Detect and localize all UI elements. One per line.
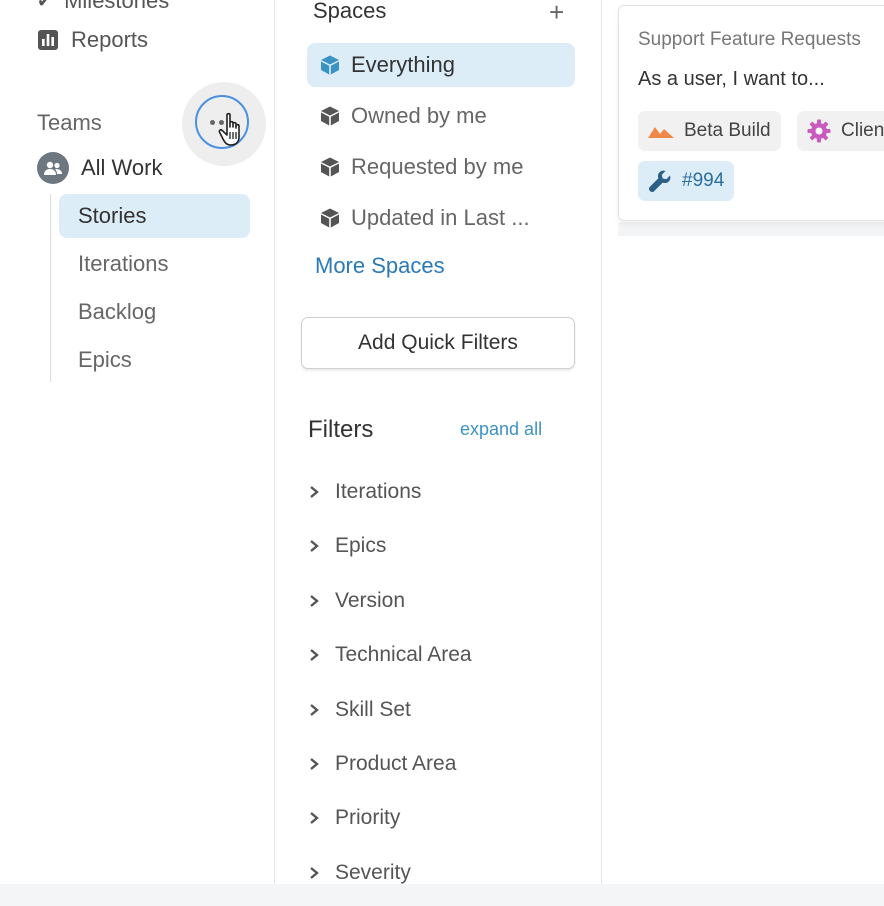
filter-label: Iterations [335, 480, 422, 503]
chevron-right-icon [307, 757, 321, 771]
people-icon [44, 161, 62, 175]
space-item-owned-by-me[interactable]: Owned by me [307, 94, 575, 138]
team-item-stories[interactable]: Stories [59, 194, 250, 238]
chevron-right-icon [307, 703, 321, 717]
cube-icon [321, 157, 339, 177]
mountain-icon [648, 127, 674, 138]
team-item-label: Backlog [78, 299, 157, 324]
external-ticket-chip[interactable]: #994 [638, 161, 735, 201]
team-item-iterations[interactable]: Iterations [59, 242, 250, 286]
filter-iterations[interactable]: Iterations [307, 480, 421, 504]
nav-item-milestones[interactable]: ✔ Milestones [37, 0, 169, 14]
chip-label: Beta Build [684, 120, 771, 141]
space-item-everything[interactable]: Everything [307, 43, 575, 87]
space-item-label: Owned by me [351, 103, 487, 128]
filter-label: Technical Area [335, 643, 472, 666]
horizontal-scroll-track[interactable] [0, 884, 884, 906]
cube-icon [321, 55, 339, 75]
card-shadow-strip [618, 222, 884, 236]
more-spaces-link[interactable]: More Spaces [315, 253, 445, 279]
team-item-label: Epics [78, 347, 132, 372]
filter-label: Version [335, 589, 406, 612]
chip-label: #994 [682, 170, 725, 191]
filter-technical-area[interactable]: Technical Area [307, 643, 472, 667]
filter-label: Product Area [335, 752, 457, 775]
card-project-name: Support Feature Requests [638, 29, 861, 50]
cube-icon [321, 208, 339, 228]
space-item-label: Updated in Last ... [351, 205, 530, 230]
wrench-icon [648, 170, 671, 193]
space-item-label: Everything [351, 52, 455, 77]
filter-severity[interactable]: Severity [307, 861, 411, 885]
nav-item-reports[interactable]: Reports [37, 27, 148, 53]
chevron-right-icon [307, 811, 321, 825]
left-navigation: ✔ Milestones Reports Teams All Work Stor… [0, 0, 275, 906]
tree-line [50, 194, 51, 382]
team-item-backlog[interactable]: Backlog [59, 290, 250, 334]
spaces-heading: Spaces [313, 0, 387, 23]
filter-label: Epics [335, 534, 387, 557]
hand-cursor-icon [218, 112, 240, 146]
chevron-right-icon [307, 866, 321, 880]
team-item-label: Iterations [78, 251, 169, 276]
chevron-right-icon [307, 594, 321, 608]
team-avatar [37, 152, 69, 184]
team-all-work[interactable]: All Work [37, 152, 163, 184]
story-card[interactable]: Support Feature Requests As a user, I wa… [618, 5, 884, 221]
label-chip-beta-build[interactable]: Beta Build [638, 111, 781, 151]
bar-chart-icon [38, 30, 58, 50]
chevron-right-icon [307, 485, 321, 499]
check-icon: ✔ [37, 0, 53, 11]
filters-heading: Filters [308, 416, 374, 443]
space-item-updated-recently[interactable]: Updated in Last ... [307, 196, 575, 240]
teams-more-button[interactable] [182, 82, 266, 166]
gear-icon [807, 119, 831, 143]
team-name: All Work [81, 155, 163, 180]
chip-label: Client [841, 120, 884, 141]
expand-all-link[interactable]: expand all [460, 419, 542, 440]
filter-version[interactable]: Version [307, 589, 405, 613]
filter-label: Severity [335, 861, 411, 884]
team-item-epics[interactable]: Epics [59, 338, 250, 382]
card-title: As a user, I want to... [638, 68, 825, 90]
filter-product-area[interactable]: Product Area [307, 752, 456, 776]
teams-heading: Teams [37, 110, 102, 135]
add-space-button[interactable]: + [549, 0, 564, 25]
filter-priority[interactable]: Priority [307, 806, 400, 830]
nav-item-label: Milestones [64, 0, 170, 13]
filter-label: Priority [335, 806, 401, 829]
space-item-label: Requested by me [351, 154, 524, 179]
chevron-right-icon [307, 648, 321, 662]
chevron-right-icon [307, 539, 321, 553]
label-chip-client[interactable]: Client [797, 111, 884, 151]
cube-icon [321, 106, 339, 126]
filter-skill-set[interactable]: Skill Set [307, 698, 411, 722]
nav-item-label: Reports [71, 27, 149, 52]
filter-epics[interactable]: Epics [307, 534, 386, 558]
add-quick-filters-button[interactable]: Add Quick Filters [301, 317, 575, 369]
filter-label: Skill Set [335, 698, 411, 721]
team-item-label: Stories [78, 203, 147, 228]
space-item-requested-by-me[interactable]: Requested by me [307, 145, 575, 189]
